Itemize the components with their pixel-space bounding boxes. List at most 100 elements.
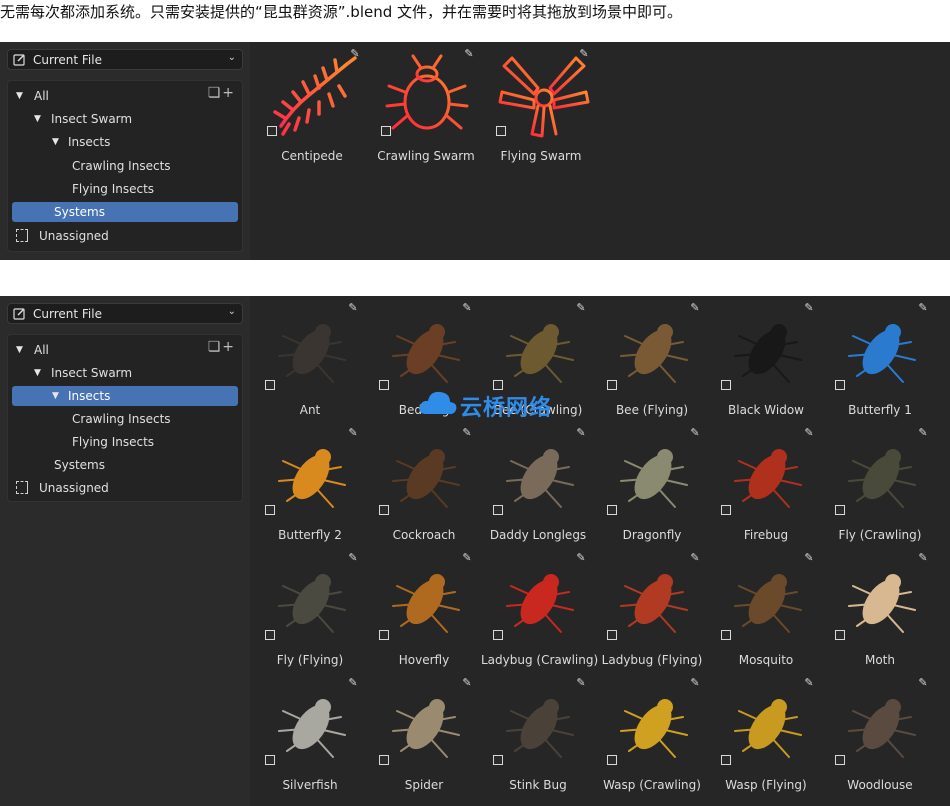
edit-icon[interactable]: ✎ [575,677,587,689]
asset-checkbox[interactable] [265,380,275,390]
expand-triangle-icon[interactable]: ▼ [16,340,23,360]
tree-item-unassigned[interactable]: Unassigned [12,226,238,246]
asset-tile[interactable]: ✎ Wasp (Crawling) [595,671,709,796]
asset-checkbox[interactable] [721,505,731,515]
tree-item-insects[interactable]: ▼ Insects [12,132,238,152]
edit-icon[interactable]: ✎ [461,302,473,314]
asset-tile[interactable]: ✎ Butterfly 2 [253,421,367,546]
asset-tile[interactable]: ✎ Daddy Longlegs [481,421,595,546]
asset-tile[interactable]: ✎ Flying Swarm [484,42,598,167]
asset-checkbox[interactable] [496,126,506,136]
tree-item-unassigned[interactable]: Unassigned [12,478,238,498]
edit-icon[interactable]: ✎ [803,302,815,314]
asset-tile[interactable]: ✎ Crawling Swarm [369,42,483,167]
asset-tile[interactable]: ✎ Moth [823,546,937,671]
edit-icon[interactable]: ✎ [578,48,590,60]
tree-item-flying-insects[interactable]: Flying Insects [12,179,238,199]
asset-checkbox[interactable] [607,380,617,390]
edit-icon[interactable]: ✎ [575,427,587,439]
tree-item-systems[interactable]: Systems [12,202,238,222]
edit-icon[interactable]: ✎ [689,427,701,439]
edit-icon[interactable]: ✎ [689,552,701,564]
edit-icon[interactable]: ✎ [917,552,929,564]
tree-item-crawling-insects[interactable]: Crawling Insects [12,409,238,429]
edit-icon[interactable]: ✎ [917,302,929,314]
asset-tile[interactable]: ✎ Ant [253,296,367,421]
asset-tile[interactable]: ✎ Woodlouse [823,671,937,796]
asset-checkbox[interactable] [607,505,617,515]
edit-icon[interactable]: ✎ [575,302,587,314]
asset-tile[interactable]: ✎ Spider [367,671,481,796]
tree-item-all[interactable]: ▼ All [12,340,238,360]
asset-checkbox[interactable] [835,630,845,640]
asset-tile[interactable]: ✎ Dragonfly [595,421,709,546]
expand-triangle-icon[interactable]: ▼ [52,132,59,152]
edit-icon[interactable]: ✎ [803,677,815,689]
asset-checkbox[interactable] [721,755,731,765]
asset-checkbox[interactable] [493,505,503,515]
expand-triangle-icon[interactable]: ▼ [16,86,23,106]
edit-icon[interactable]: ✎ [575,552,587,564]
asset-checkbox[interactable] [721,630,731,640]
tree-item-insect-swarm[interactable]: ▼ Insect Swarm [12,109,238,129]
edit-icon[interactable]: ✎ [689,677,701,689]
asset-tile[interactable]: ✎ Fly (Flying) [253,546,367,671]
asset-tile[interactable]: ✎ Butterfly 1 [823,296,937,421]
asset-checkbox[interactable] [265,755,275,765]
asset-tile[interactable]: ✎ Centipede [255,42,369,167]
asset-checkbox[interactable] [721,380,731,390]
tree-item-flying-insects[interactable]: Flying Insects [12,432,238,452]
edit-icon[interactable]: ✎ [347,302,359,314]
edit-icon[interactable]: ✎ [347,427,359,439]
edit-icon[interactable]: ✎ [689,302,701,314]
asset-tile[interactable]: ✎ Silverfish [253,671,367,796]
asset-tile[interactable]: ✎ Ladybug (Crawling) [481,546,598,671]
tree-item-insects[interactable]: ▼ Insects [12,386,238,406]
asset-tile[interactable]: ✎ Ladybug (Flying) [595,546,709,671]
asset-checkbox[interactable] [493,630,503,640]
asset-checkbox[interactable] [381,126,391,136]
tree-item-insect-swarm[interactable]: ▼ Insect Swarm [12,363,238,383]
asset-tile[interactable]: ✎ Bee (Crawling) [481,296,595,421]
asset-checkbox[interactable] [379,630,389,640]
expand-triangle-icon[interactable]: ▼ [52,386,59,406]
asset-checkbox[interactable] [835,380,845,390]
tree-item-all[interactable]: ▼ All [12,86,238,106]
edit-icon[interactable]: ✎ [347,552,359,564]
asset-checkbox[interactable] [379,505,389,515]
asset-checkbox[interactable] [835,755,845,765]
asset-tile[interactable]: ✎ Fly (Crawling) [823,421,937,546]
asset-tile[interactable]: ✎ Firebug [709,421,823,546]
asset-checkbox[interactable] [267,126,277,136]
library-selector[interactable]: Current File ⌄ [7,49,243,70]
edit-icon[interactable]: ✎ [461,552,473,564]
edit-icon[interactable]: ✎ [347,677,359,689]
edit-icon[interactable]: ✎ [917,677,929,689]
asset-checkbox[interactable] [493,380,503,390]
tree-item-systems[interactable]: Systems [12,455,238,475]
asset-tile[interactable]: ✎ Stink Bug [481,671,595,796]
asset-checkbox[interactable] [379,380,389,390]
edit-icon[interactable]: ✎ [461,677,473,689]
asset-checkbox[interactable] [607,755,617,765]
asset-tile[interactable]: ✎ Mosquito [709,546,823,671]
edit-icon[interactable]: ✎ [803,552,815,564]
library-selector[interactable]: Current File ⌄ [7,303,243,324]
asset-tile[interactable]: ✎ Bed Bug [367,296,481,421]
expand-triangle-icon[interactable]: ▼ [34,363,41,383]
asset-checkbox[interactable] [265,630,275,640]
edit-icon[interactable]: ✎ [461,427,473,439]
asset-tile[interactable]: ✎ Black Widow [709,296,823,421]
tree-item-crawling-insects[interactable]: Crawling Insects [12,156,238,176]
asset-tile[interactable]: ✎ Wasp (Flying) [709,671,823,796]
asset-checkbox[interactable] [493,755,503,765]
edit-icon[interactable]: ✎ [803,427,815,439]
edit-icon[interactable]: ✎ [917,427,929,439]
asset-checkbox[interactable] [379,755,389,765]
asset-tile[interactable]: ✎ Bee (Flying) [595,296,709,421]
edit-icon[interactable]: ✎ [349,48,361,60]
edit-icon[interactable]: ✎ [463,48,475,60]
asset-tile[interactable]: ✎ Cockroach [367,421,481,546]
expand-triangle-icon[interactable]: ▼ [34,109,41,129]
asset-tile[interactable]: ✎ Hoverfly [367,546,481,671]
